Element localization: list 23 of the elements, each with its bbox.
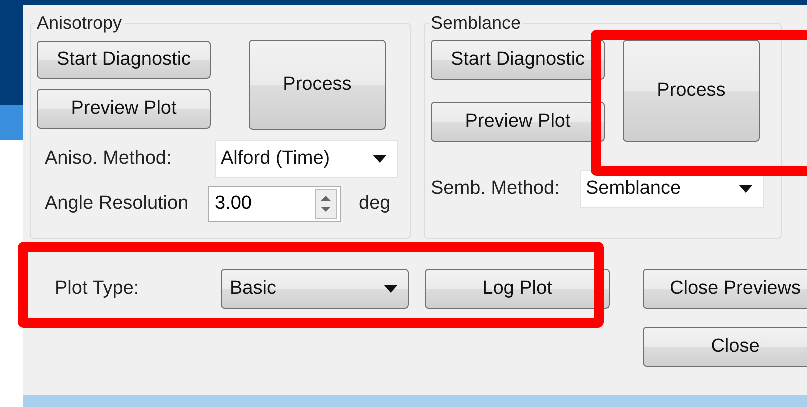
field-label: Plot Type:: [55, 278, 140, 300]
method-dropdown[interactable]: Alford (Time): [215, 140, 398, 178]
plot-type-dropdown[interactable]: Basic: [221, 269, 409, 309]
preview-plot-button[interactable]: Preview Plot: [431, 102, 605, 142]
process-button[interactable]: Process: [623, 40, 760, 142]
close-previews-button[interactable]: Close Previews: [643, 269, 807, 309]
field-label: Angle Resolution: [44, 193, 190, 215]
preview-plot-button[interactable]: Preview Plot: [37, 89, 211, 129]
group-title: Anisotropy: [36, 13, 124, 34]
start-diagnostic-button[interactable]: Start Diagnostic: [431, 40, 605, 80]
group-title: Semblance: [430, 13, 522, 34]
close-button[interactable]: Close: [643, 327, 807, 367]
field-label: Aniso. Method:: [44, 148, 173, 170]
process-button[interactable]: Process: [249, 40, 386, 130]
caret-icon: [739, 185, 753, 193]
spinner-arrows-icon[interactable]: [315, 189, 337, 219]
unit-label: deg: [359, 193, 391, 215]
caret-icon: [384, 285, 398, 293]
start-diagnostic-button[interactable]: Start Diagnostic: [37, 41, 211, 79]
angle-resolution-field[interactable]: 3.00: [208, 186, 341, 222]
caret-icon: [373, 155, 387, 163]
field-label: Semb. Method:: [431, 178, 561, 200]
log-plot-button[interactable]: Log Plot: [425, 269, 610, 309]
